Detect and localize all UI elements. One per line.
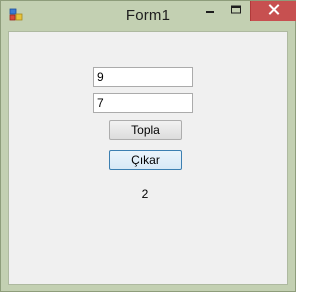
maximize-button[interactable]	[223, 1, 249, 21]
title-bar[interactable]: Form1	[1, 1, 296, 31]
form-client-area: Topla Çıkar 2	[8, 31, 288, 285]
first-number-input[interactable]	[93, 67, 193, 87]
second-number-input[interactable]	[93, 93, 193, 113]
minimize-button[interactable]	[197, 1, 223, 21]
minimize-icon	[204, 2, 216, 20]
form1-window: Form1 To	[0, 0, 296, 292]
maximize-icon	[230, 2, 242, 20]
close-icon	[268, 2, 280, 20]
add-button[interactable]: Topla	[109, 120, 182, 140]
result-label: 2	[141, 187, 149, 201]
close-button[interactable]	[250, 1, 296, 21]
subtract-button[interactable]: Çıkar	[109, 150, 182, 170]
